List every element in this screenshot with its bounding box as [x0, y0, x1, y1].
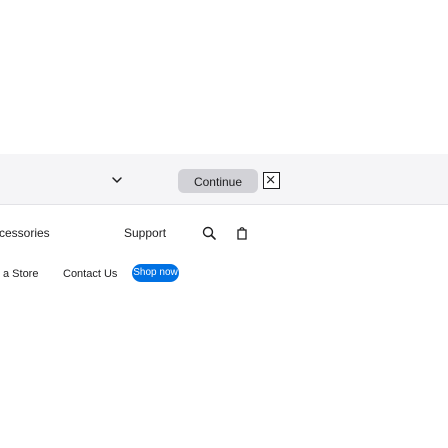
- search-icon[interactable]: [201, 225, 217, 241]
- continue-button[interactable]: Continue: [178, 169, 258, 193]
- close-button[interactable]: [263, 172, 280, 189]
- nav-item-support[interactable]: Support: [124, 226, 166, 240]
- chevron-down-icon[interactable]: [110, 173, 124, 187]
- bag-icon[interactable]: [234, 225, 250, 241]
- global-nav: [0, 214, 448, 250]
- contact-us-link[interactable]: Contact Us: [63, 268, 117, 281]
- store-link[interactable]: a Store: [3, 268, 38, 281]
- nav-item-accessories[interactable]: cessories: [0, 226, 50, 240]
- shop-now-button[interactable]: Shop now: [132, 264, 179, 282]
- page: Continue cessories Support a Store Conta…: [0, 0, 448, 448]
- close-icon: [266, 175, 275, 184]
